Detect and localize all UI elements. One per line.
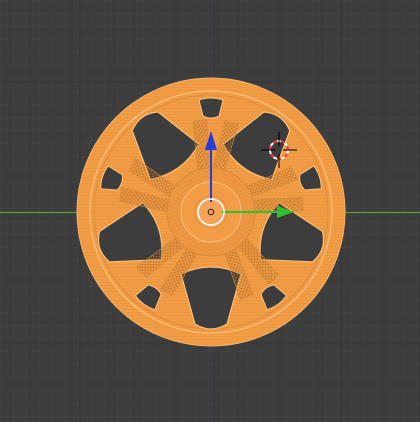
spoke-slot: [198, 97, 224, 119]
3d-viewport[interactable]: [0, 0, 420, 422]
viewport-canvas[interactable]: [0, 0, 420, 422]
object-origin-icon: [207, 208, 215, 216]
